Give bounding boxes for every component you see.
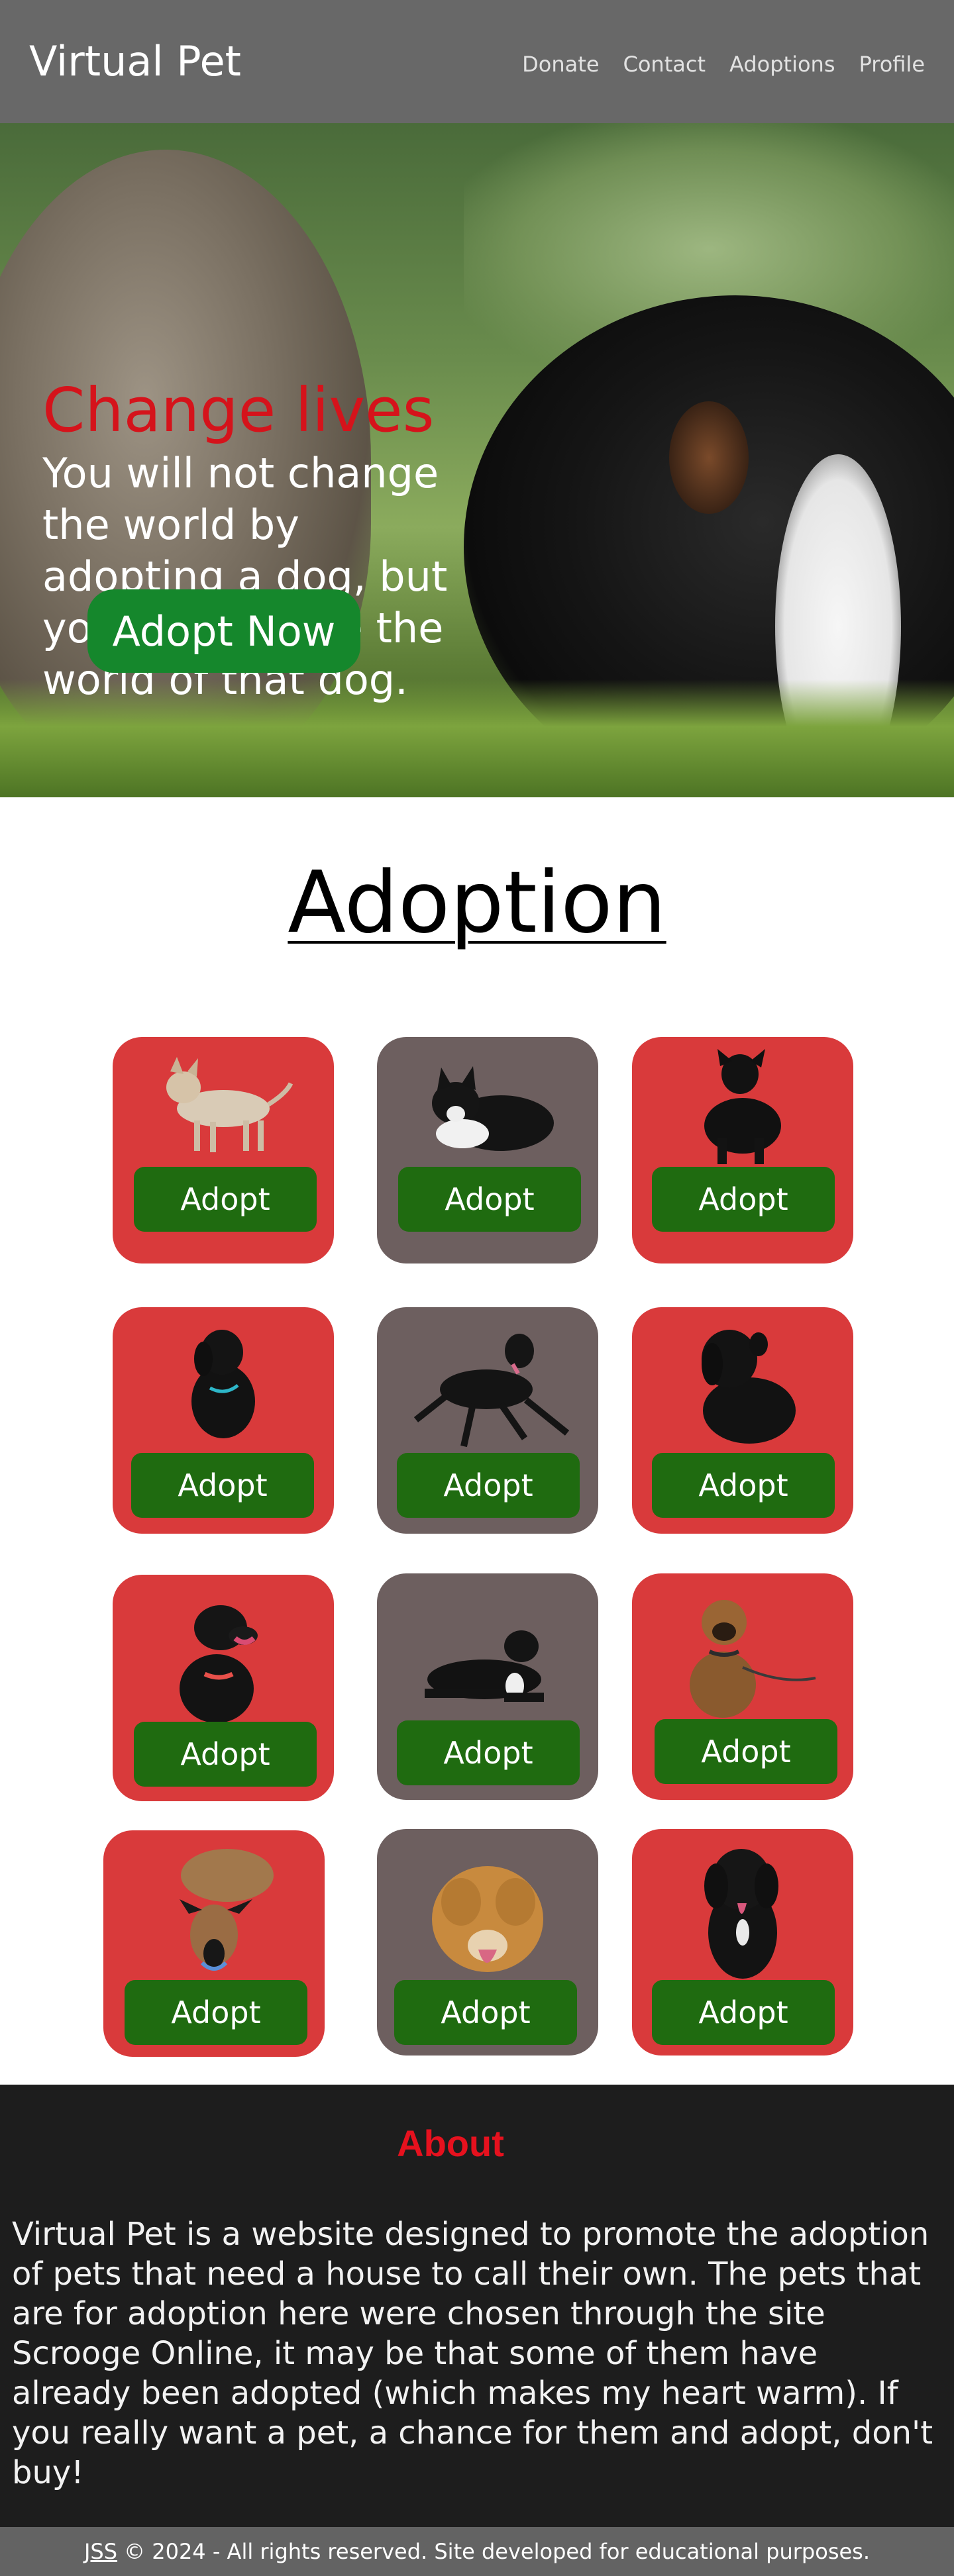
adopt-button[interactable]: Adopt xyxy=(131,1453,314,1518)
nav-contact[interactable]: Contact xyxy=(623,52,706,77)
adopt-button[interactable]: Adopt xyxy=(655,1719,837,1784)
about-title: About xyxy=(397,2122,504,2164)
adopt-button[interactable]: Adopt xyxy=(652,1980,835,2045)
adopt-now-button[interactable]: Adopt Now xyxy=(87,589,360,673)
cat-icon xyxy=(432,1066,554,1151)
copyright-bar: JSS © 2024 - All rights reserved. Site d… xyxy=(0,2527,954,2576)
pet-card: Adopt xyxy=(632,1307,853,1534)
dog-icon xyxy=(191,1330,255,1438)
nav-adoptions[interactable]: Adoptions xyxy=(729,52,835,77)
pet-card: Adopt xyxy=(632,1573,853,1800)
site-header: Virtual Pet Donate Contact Adoptions Pro… xyxy=(0,0,954,123)
pet-card: Adopt xyxy=(377,1573,598,1800)
adopt-button[interactable]: Adopt xyxy=(134,1722,317,1787)
adopt-button[interactable]: Adopt xyxy=(398,1167,581,1232)
about-text: Virtual Pet is a website designed to pro… xyxy=(12,2216,933,2491)
pet-card: Adopt xyxy=(632,1037,853,1263)
adopt-button[interactable]: Adopt xyxy=(652,1453,835,1518)
adopt-button[interactable]: Adopt xyxy=(397,1453,580,1518)
dog-icon xyxy=(704,1849,778,1979)
dog-icon xyxy=(690,1600,816,1718)
dog-icon xyxy=(425,1630,544,1702)
dog-icon xyxy=(702,1330,796,1444)
pet-card: Adopt xyxy=(113,1575,334,1801)
dog-icon xyxy=(180,1605,258,1723)
about-section: About Virtual Pet is a website designed … xyxy=(0,2085,954,2576)
dog-icon xyxy=(413,1334,570,1448)
brand-logo[interactable]: Virtual Pet xyxy=(29,37,241,85)
copyright-text: © 2024 - All rights reserved. Site devel… xyxy=(124,2539,871,2564)
nav-profile[interactable]: Profile xyxy=(859,52,926,77)
adopt-button[interactable]: Adopt xyxy=(394,1980,577,2045)
pet-card: Adopt xyxy=(377,1829,598,2056)
hero-title: Change lives xyxy=(42,375,435,446)
adopt-button[interactable]: Adopt xyxy=(134,1167,317,1232)
pet-card: Adopt xyxy=(377,1037,598,1263)
pet-card: Adopt xyxy=(103,1830,325,2057)
nav-donate[interactable]: Donate xyxy=(522,52,599,77)
adopt-button[interactable]: Adopt xyxy=(125,1980,307,2045)
adoption-title: Adoption xyxy=(288,854,666,952)
author-link[interactable]: JSS xyxy=(84,2539,117,2564)
pet-card: Adopt xyxy=(113,1037,334,1263)
dog-icon xyxy=(432,1866,543,1972)
adopt-button[interactable]: Adopt xyxy=(397,1720,580,1785)
pet-card: Adopt xyxy=(632,1829,853,2056)
pet-card: Adopt xyxy=(377,1307,598,1534)
hero-banner: Change lives You will not change the wor… xyxy=(0,123,954,797)
hero-dog-ear xyxy=(669,401,749,514)
pet-card: Adopt xyxy=(113,1307,334,1534)
dog-icon xyxy=(704,1049,781,1164)
dog-icon xyxy=(180,1849,274,1971)
main-nav: Donate Contact Adoptions Profile xyxy=(522,52,925,77)
adopt-button[interactable]: Adopt xyxy=(652,1167,835,1232)
dog-icon xyxy=(166,1057,293,1152)
